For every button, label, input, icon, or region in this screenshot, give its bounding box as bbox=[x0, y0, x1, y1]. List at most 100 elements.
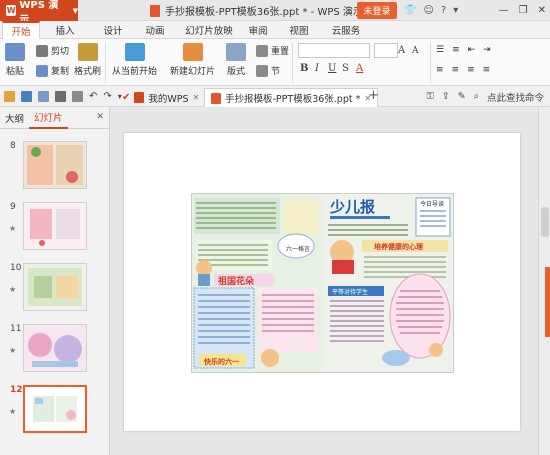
tab-animation[interactable]: 动画 bbox=[138, 21, 172, 39]
help-icon[interactable]: ? bbox=[441, 5, 446, 16]
layout-icon bbox=[226, 43, 246, 61]
slide-thumbnail-image[interactable] bbox=[23, 141, 87, 189]
share-icon[interactable]: ⇪ bbox=[442, 91, 450, 102]
tab-cloud[interactable]: 云服务 bbox=[325, 21, 367, 39]
animation-star-icon: ★ bbox=[9, 285, 17, 294]
wps-app-menu-button[interactable]: W WPS 演示 ▼ bbox=[0, 0, 78, 26]
save-icon[interactable] bbox=[21, 91, 32, 102]
window-controls: — ❐ ✕ bbox=[499, 0, 546, 21]
user-feedback-icon[interactable]: ☺ bbox=[423, 5, 433, 16]
tab-home[interactable]: 开始 bbox=[2, 21, 40, 39]
tab-slides[interactable]: 幻灯片 bbox=[29, 107, 68, 129]
slide-thumbnail-current[interactable]: 12 ★ bbox=[0, 385, 110, 437]
poster-art: 祖国花朵 六一格言 快乐的六一 少儿报 今日导读 培养健康的心理 平等对待学生 bbox=[192, 194, 453, 372]
login-button[interactable]: 未登录 bbox=[357, 2, 397, 19]
cut-button[interactable]: 剪切 bbox=[36, 44, 69, 57]
bold-button[interactable]: B bbox=[300, 63, 308, 74]
tab-document[interactable]: 手抄报模板-PPT模板36张.ppt * ✕ bbox=[204, 88, 379, 107]
font-size-select[interactable] bbox=[374, 43, 398, 58]
wps-home-icon bbox=[134, 92, 145, 103]
divider bbox=[105, 43, 106, 83]
from-current-button[interactable]: 从当前开始 bbox=[112, 43, 157, 77]
comment-icon[interactable]: ✎ bbox=[458, 91, 466, 102]
slide-thumbnail-image[interactable] bbox=[23, 202, 87, 250]
format-painter-button[interactable]: 格式刷 bbox=[74, 43, 101, 77]
slide-poster-image[interactable]: 祖国花朵 六一格言 快乐的六一 少儿报 今日导读 培养健康的心理 平等对待学生 bbox=[191, 193, 454, 373]
export-icon[interactable] bbox=[38, 91, 49, 102]
underline-button[interactable]: U bbox=[328, 63, 336, 74]
from-current-label: 从当前开始 bbox=[112, 67, 158, 77]
open-folder-icon[interactable] bbox=[4, 91, 15, 102]
new-slide-icon bbox=[182, 43, 203, 61]
redo-icon[interactable]: ↷ bbox=[103, 91, 111, 102]
align-left-icon[interactable]: ≡ bbox=[436, 65, 444, 75]
thumbnail-art bbox=[24, 142, 86, 188]
paste-button[interactable]: 粘贴 bbox=[5, 43, 25, 77]
restore-icon[interactable]: ❐ bbox=[519, 5, 528, 16]
slide-thumbnail[interactable]: 10 ★ bbox=[0, 263, 110, 315]
shadow-button[interactable]: S bbox=[342, 63, 349, 74]
tab-outline[interactable]: 大纲 bbox=[0, 107, 29, 129]
align-right-icon[interactable]: ≡ bbox=[467, 65, 475, 75]
find-command-label[interactable]: 点此查找命令 bbox=[487, 90, 544, 104]
slide-canvas[interactable]: 祖国花朵 六一格言 快乐的六一 少儿报 今日导读 培养健康的心理 平等对待学生 bbox=[124, 133, 520, 431]
preview-icon[interactable] bbox=[72, 91, 83, 102]
slide-editor[interactable]: 祖国花朵 六一格言 快乐的六一 少儿报 今日导读 培养健康的心理 平等对待学生 bbox=[110, 107, 550, 455]
slide-thumbnail[interactable]: 11 ★ bbox=[0, 324, 110, 376]
align-center-icon[interactable]: ≡ bbox=[452, 65, 460, 75]
new-slide-button[interactable]: 新建幻灯片 bbox=[170, 43, 215, 77]
tab-review[interactable]: 审阅 bbox=[243, 21, 273, 39]
reset-button[interactable]: 重置 bbox=[256, 44, 289, 57]
tab-view[interactable]: 视图 bbox=[284, 21, 314, 39]
lock-icon[interactable]: ⚿ bbox=[426, 91, 433, 102]
slideshow-icon bbox=[124, 43, 145, 61]
minimize-icon[interactable]: — bbox=[499, 5, 509, 16]
reset-icon bbox=[256, 44, 268, 57]
close-icon[interactable]: ✕ bbox=[538, 5, 546, 16]
slide-thumbnail[interactable]: 8 bbox=[0, 141, 110, 193]
numbered-list-icon[interactable]: ≡ bbox=[452, 45, 460, 55]
slide-number: 11 bbox=[10, 324, 22, 334]
undo-icon[interactable]: ↶ bbox=[89, 91, 97, 102]
title-bar: W WPS 演示 ▼ 手抄报模板-PPT模板36张.ppt * - WPS 演示… bbox=[0, 0, 550, 26]
decrease-font-button[interactable]: A bbox=[412, 46, 419, 56]
search-icon[interactable]: ⌕ bbox=[474, 91, 479, 102]
slide-thumbnail[interactable]: 9 ★ bbox=[0, 202, 110, 254]
close-tab-icon[interactable]: ✕ bbox=[193, 93, 200, 102]
font-color-button[interactable]: A bbox=[356, 63, 363, 74]
tab-slideshow[interactable]: 幻灯片放映 bbox=[180, 21, 238, 39]
tab-my-wps[interactable]: ✔ 我的WPS ✕ bbox=[116, 88, 205, 107]
menu-caret-icon[interactable]: ▾ bbox=[453, 5, 458, 16]
layout-button[interactable]: 版式 bbox=[226, 43, 246, 77]
poster-right-heading3: 今日导读 bbox=[420, 200, 444, 208]
scrollbar-thumb[interactable] bbox=[541, 207, 549, 237]
italic-button[interactable]: I bbox=[315, 63, 319, 74]
new-tab-icon[interactable]: + bbox=[368, 88, 379, 103]
paste-label: 粘贴 bbox=[5, 67, 24, 77]
thumbnail-art bbox=[25, 387, 85, 431]
font-name-select[interactable] bbox=[298, 43, 370, 58]
checkmark-icon: ✔ bbox=[122, 92, 131, 103]
close-panel-icon[interactable]: ✕ bbox=[96, 112, 104, 122]
section-icon bbox=[256, 64, 268, 77]
slide-thumbnail-image[interactable] bbox=[23, 385, 87, 433]
animation-star-icon: ★ bbox=[9, 224, 17, 233]
skin-icon[interactable]: 👕 bbox=[404, 5, 416, 16]
decrease-indent-icon[interactable]: ⇤ bbox=[468, 45, 476, 55]
print-icon[interactable] bbox=[55, 91, 66, 102]
copy-button[interactable]: 复制 bbox=[36, 64, 69, 77]
slide-thumbnail-image[interactable] bbox=[23, 324, 87, 372]
justify-icon[interactable]: ≡ bbox=[483, 65, 491, 75]
animation-star-icon: ★ bbox=[9, 346, 17, 355]
section-button[interactable]: 节 bbox=[256, 64, 280, 77]
tab-design[interactable]: 设计 bbox=[96, 21, 130, 39]
tab-insert[interactable]: 插入 bbox=[48, 21, 82, 39]
thumbnail-art bbox=[24, 325, 86, 371]
poster-right-heading2: 平等对待学生 bbox=[332, 288, 368, 296]
slide-number: 10 bbox=[10, 263, 22, 273]
increase-indent-icon[interactable]: ⇥ bbox=[483, 45, 491, 55]
side-panel-handle[interactable] bbox=[545, 267, 550, 337]
slide-thumbnail-image[interactable] bbox=[23, 263, 87, 311]
increase-font-button[interactable]: A bbox=[398, 45, 405, 56]
bullet-list-icon[interactable]: ☰ bbox=[436, 45, 444, 55]
